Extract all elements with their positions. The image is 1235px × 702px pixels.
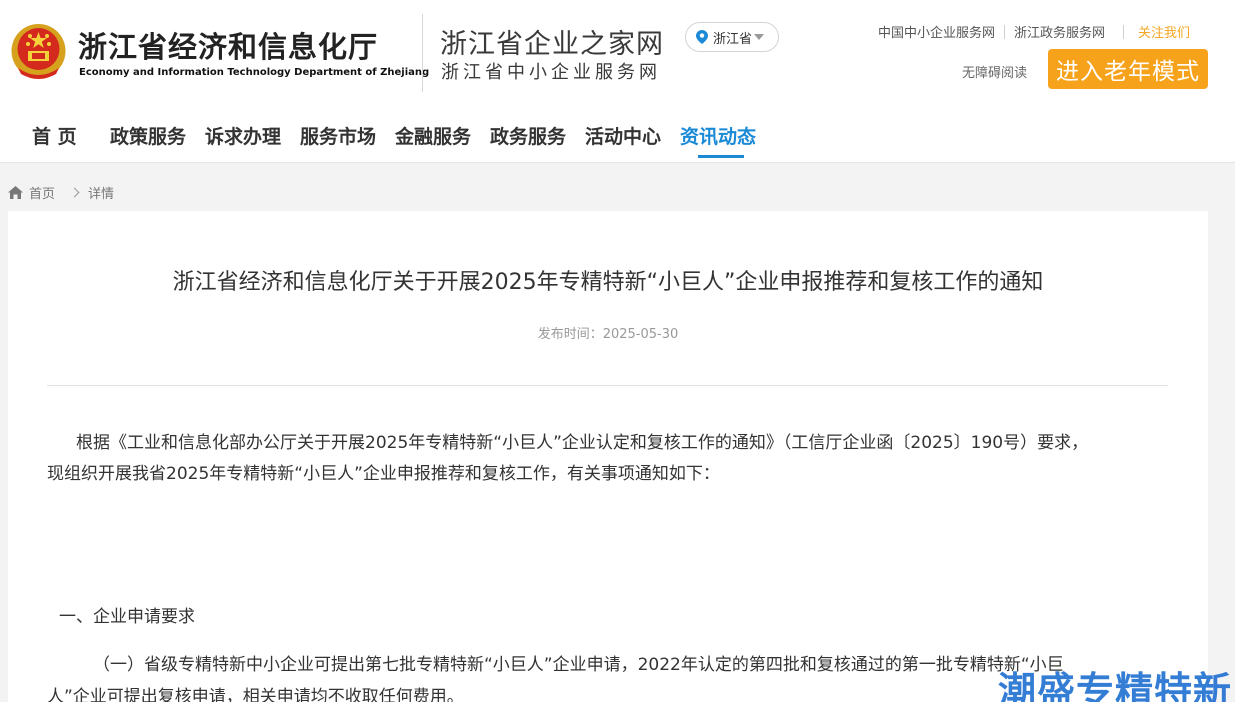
paragraph-2-line-2: 人”企业可提出复核申请，相关申请均不收取任何费用。: [47, 687, 464, 702]
nav-item-service-market[interactable]: 服务市场: [300, 122, 376, 149]
site-subtitle: 浙江省中小企业服务网: [441, 62, 661, 83]
home-icon: [8, 186, 23, 199]
link-separator: [1004, 24, 1006, 39]
breadcrumb-home[interactable]: 首页: [29, 183, 55, 202]
paragraph-1-line-2: 现组织开展我省2025年专精特新“小巨人”企业申报推荐和复核工作，有关事项通知如…: [47, 464, 720, 484]
link-separator: [1123, 24, 1125, 39]
breadcrumb: 首页 详情: [8, 183, 114, 202]
link-sme-service-network[interactable]: 中国中小企业服务网: [878, 22, 995, 41]
nav-item-finance[interactable]: 金融服务: [395, 122, 471, 149]
region-label: 浙江省: [713, 31, 753, 47]
chevron-right-icon: [69, 187, 80, 198]
nav-item-news[interactable]: 资讯动态: [680, 122, 756, 149]
link-zhejiang-gov-service[interactable]: 浙江政务服务网: [1014, 22, 1105, 41]
paragraph-2-line-1: （一）省级专精特新中小企业可提出第七批专精特新“小巨人”企业申请，2022年认定…: [93, 655, 1064, 675]
page: 浙江省经济和信息化厅 Economy and Information Techn…: [0, 0, 1235, 702]
department-name[interactable]: 浙江省经济和信息化厅: [78, 24, 378, 66]
watermark: 潮盛专精特新: [998, 669, 1233, 702]
header-divider: [422, 14, 423, 92]
elder-mode-button[interactable]: 进入老年模式: [1048, 49, 1208, 89]
chevron-down-icon: [754, 34, 765, 40]
department-name-english: Economy and Information Technology Depar…: [79, 67, 430, 78]
main-nav: 首 页 政策服务 诉求办理 服务市场 金融服务 政务服务 活动中心 资讯动态: [0, 112, 1235, 162]
region-selector[interactable]: 浙江省: [685, 22, 779, 52]
nav-item-activities[interactable]: 活动中心: [585, 122, 661, 149]
nav-item-home[interactable]: 首 页: [32, 122, 77, 149]
location-pin-icon: [696, 30, 708, 44]
follow-us-link[interactable]: 关注我们: [1138, 22, 1190, 41]
paragraph-1-line-1: 根据《工业和信息化部办公厅关于开展2025年专精特新“小巨人”企业认定和复核工作…: [76, 433, 1089, 453]
breadcrumb-current: 详情: [88, 187, 115, 202]
nav-item-gov-service[interactable]: 政务服务: [490, 122, 566, 149]
site-header: 浙江省经济和信息化厅 Economy and Information Techn…: [0, 0, 1235, 110]
site-name[interactable]: 浙江省企业之家网: [440, 22, 664, 61]
top-links: 中国中小企业服务网 浙江政务服务网 关注我们: [878, 22, 1190, 41]
national-emblem-icon: [11, 24, 66, 79]
section-heading-1: 一、企业申请要求: [59, 607, 195, 627]
nav-active-indicator: [698, 155, 744, 158]
title-divider: [47, 385, 1168, 386]
article-title: 浙江省经济和信息化厅关于开展2025年专精特新“小巨人”企业申报推荐和复核工作的…: [172, 270, 1044, 295]
publish-date: 发布时间：2025-05-30: [537, 327, 679, 342]
accessibility-link[interactable]: 无障碍阅读: [962, 62, 1027, 81]
nav-item-appeals[interactable]: 诉求办理: [205, 122, 281, 149]
nav-item-policy[interactable]: 政策服务: [110, 122, 186, 149]
